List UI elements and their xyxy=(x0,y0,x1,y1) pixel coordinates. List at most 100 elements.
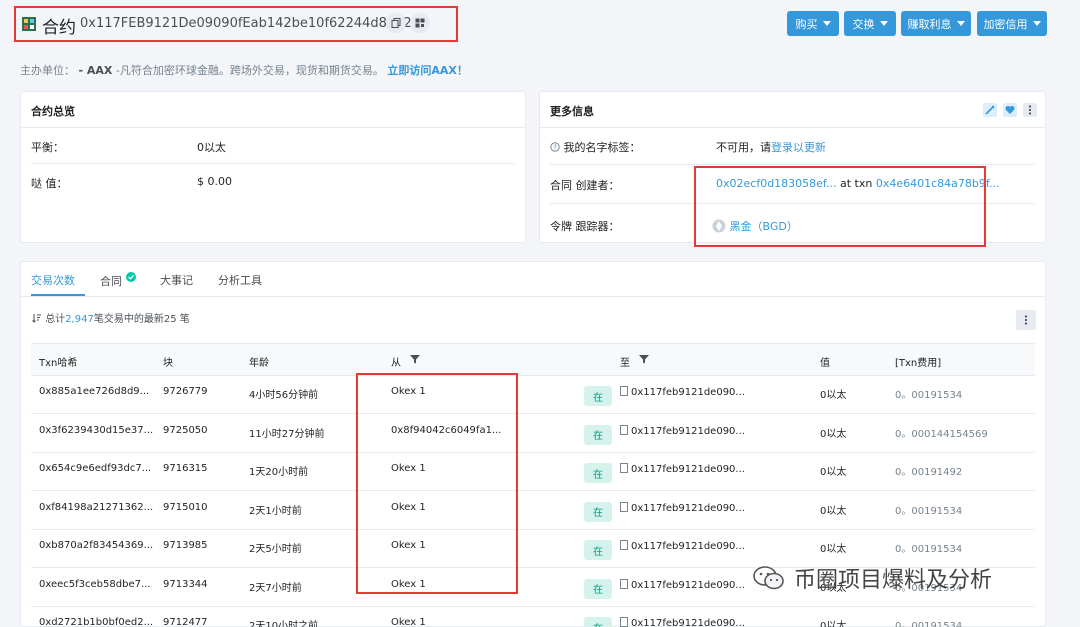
filter-icon[interactable] xyxy=(409,353,421,365)
direction-in-badge: 在 xyxy=(584,463,612,483)
contract-file-icon xyxy=(620,617,628,627)
name-tag-value: 不可用，请登录以更新 xyxy=(716,139,826,155)
chevron-down-icon xyxy=(822,21,831,26)
login-link[interactable]: 登录以更新 xyxy=(771,141,826,154)
fee-text: 0。00191534 xyxy=(895,621,963,627)
table-row: 0x885a1ee726d8d9... 9726779 4小时56分钟前 Okex 1… xyxy=(31,376,1035,414)
col-fee: [Txn费用] xyxy=(895,358,942,369)
summary-prefix: 总计 xyxy=(45,314,66,325)
to-address[interactable]: 0x117feb9121de090... xyxy=(620,386,745,398)
divider xyxy=(21,296,1045,297)
contract-file-icon xyxy=(620,540,628,550)
fee-text: 0。00191534 xyxy=(895,505,963,517)
to-address[interactable]: 0x117feb9121de090... xyxy=(620,463,745,475)
txn-hash-link[interactable]: 0xb870a2f83454369... xyxy=(39,540,153,551)
filter-icon[interactable] xyxy=(638,353,650,365)
creator-highlight-box xyxy=(694,166,986,247)
vertical-dots-icon xyxy=(1028,105,1032,115)
to-address-text: 0x117feb9121de090... xyxy=(631,387,745,398)
block-link[interactable]: 9713344 xyxy=(163,579,208,590)
age-text: 1天20小时前 xyxy=(249,467,309,478)
qr-code-button[interactable] xyxy=(410,13,430,33)
to-address[interactable]: 0x117feb9121de090... xyxy=(620,617,745,627)
contract-overview-card: 合约总览 平衡： 0以太 哒 值： $ 0.00 xyxy=(20,91,526,243)
txn-hash-link[interactable]: 0x885a1ee726d8d9... xyxy=(39,386,149,397)
sponsor-link[interactable]: 立即访问AAX！ xyxy=(387,64,468,77)
block-link[interactable]: 9713985 xyxy=(163,540,208,551)
value-label: 哒 值： xyxy=(31,177,68,190)
tab-analytics[interactable]: 分析工具 xyxy=(218,272,262,288)
buy-button-label: 购买 xyxy=(795,17,818,31)
balance-value: 0以太 xyxy=(197,141,226,154)
contract-file-icon xyxy=(620,386,628,396)
table-options-button[interactable] xyxy=(1016,310,1036,330)
to-address-text: 0x117feb9121de090... xyxy=(631,579,745,591)
tab-transactions[interactable]: 交易次数 xyxy=(31,272,75,288)
txn-hash-link[interactable]: 0xd2721b1b0bf0ed2... xyxy=(39,617,153,627)
block-link[interactable]: 9716315 xyxy=(163,463,208,474)
to-address[interactable]: 0x117feb9121de090... xyxy=(620,578,745,591)
watermark-text: 币圈项目爆料及分析 xyxy=(794,568,993,593)
col-to: 至 xyxy=(620,358,630,369)
block-link[interactable]: 9712477 xyxy=(163,617,208,627)
from-address-link[interactable]: Okex 1 xyxy=(391,617,426,627)
direction-in-badge: 在 xyxy=(584,501,612,522)
overview-title: 合约总览 xyxy=(21,92,525,128)
tab-contract[interactable]: 合同 xyxy=(100,272,136,289)
earn-interest-button[interactable]: 赚取利息 xyxy=(901,11,971,36)
to-address-text: 0x117feb9121de090... xyxy=(631,502,745,514)
block-link[interactable]: 9725050 xyxy=(163,425,208,436)
age-text: 2天7小时前 xyxy=(249,582,302,594)
tab-contract-label: 合同 xyxy=(100,275,122,288)
value-text: 0以太 xyxy=(820,621,847,627)
value-amount: $ 0.00 xyxy=(197,175,232,188)
age-text: 2天10小时之前 xyxy=(249,621,319,627)
col-age[interactable]: 年龄 xyxy=(249,354,269,369)
table-header: Txn哈希 块 年龄 从 至 值 [Txn费用] xyxy=(31,343,1035,376)
token-tracker-label: 令牌 跟踪器： xyxy=(550,220,620,233)
direction-in-badge: 在 xyxy=(584,424,612,445)
sort-icon xyxy=(32,314,41,323)
txn-hash-link[interactable]: 0x654c9e6edf93dc7... xyxy=(39,463,151,474)
txn-hash-link[interactable]: 0xf84198a21271362... xyxy=(39,502,153,513)
favorite-button[interactable] xyxy=(1003,103,1017,117)
edit-button[interactable] xyxy=(983,103,997,117)
contract-file-icon xyxy=(620,578,628,589)
crypto-credit-button[interactable]: 加密信用 xyxy=(977,11,1047,36)
table-row: 0xd2721b1b0bf0ed2... 9712477 2天10小时之前 Okex … xyxy=(31,607,1035,627)
txn-hash-link[interactable]: 0xeec5f3ceb58dbe7... xyxy=(39,579,151,590)
block-link[interactable]: 9726779 xyxy=(163,386,208,397)
to-address[interactable]: 0x117feb9121de090... xyxy=(620,424,745,437)
balance-label: 平衡： xyxy=(31,141,64,154)
exchange-button[interactable]: 交换 xyxy=(844,11,896,36)
vertical-dots-icon xyxy=(1024,315,1028,325)
transaction-summary: 总计2,947笔交易中的最新25 笔 xyxy=(32,310,190,325)
fee-text: 0。00191492 xyxy=(895,467,963,478)
crypto-credit-button-label: 加密信用 xyxy=(983,17,1028,31)
value-text: 0以太 xyxy=(820,467,847,478)
heart-icon xyxy=(1005,106,1015,114)
summary-count-link[interactable]: 2,947 xyxy=(65,314,94,325)
txn-hash-link[interactable]: 0x3f6239430d15e37... xyxy=(39,425,153,436)
value-text: 0以太 xyxy=(820,428,847,440)
name-tag-row: ? 我的名字标签： 不可用，请登录以更新 xyxy=(550,139,1035,155)
tab-events[interactable]: 大事记 xyxy=(160,272,193,288)
wechat-icon xyxy=(753,566,784,590)
more-options-button[interactable] xyxy=(1023,103,1037,117)
contract-file-icon xyxy=(620,463,628,473)
buy-button[interactable]: 购买 xyxy=(787,11,839,36)
to-address[interactable]: 0x117feb9121de090... xyxy=(620,540,745,552)
to-address[interactable]: 0x117feb9121de090... xyxy=(620,501,745,514)
fee-text: 0。000144154569 xyxy=(895,428,988,440)
block-link[interactable]: 9715010 xyxy=(163,502,208,513)
sponsor-name: - AAX xyxy=(78,64,113,77)
sponsor-label: 主办单位： xyxy=(20,64,75,77)
table-row: 0x3f6239430d15e37... 9725050 11小时27分钟前 0x8f… xyxy=(31,415,1035,453)
fee-text: 0。00191534 xyxy=(895,390,963,401)
copy-address-button[interactable] xyxy=(386,13,406,33)
direction-in-badge: 在 xyxy=(584,617,612,627)
divider xyxy=(550,164,1035,165)
fee-text: 0。00191534 xyxy=(895,544,963,555)
earn-interest-button-label: 赚取利息 xyxy=(907,17,952,31)
value-row: 哒 值： $ 0.00 xyxy=(31,175,515,191)
